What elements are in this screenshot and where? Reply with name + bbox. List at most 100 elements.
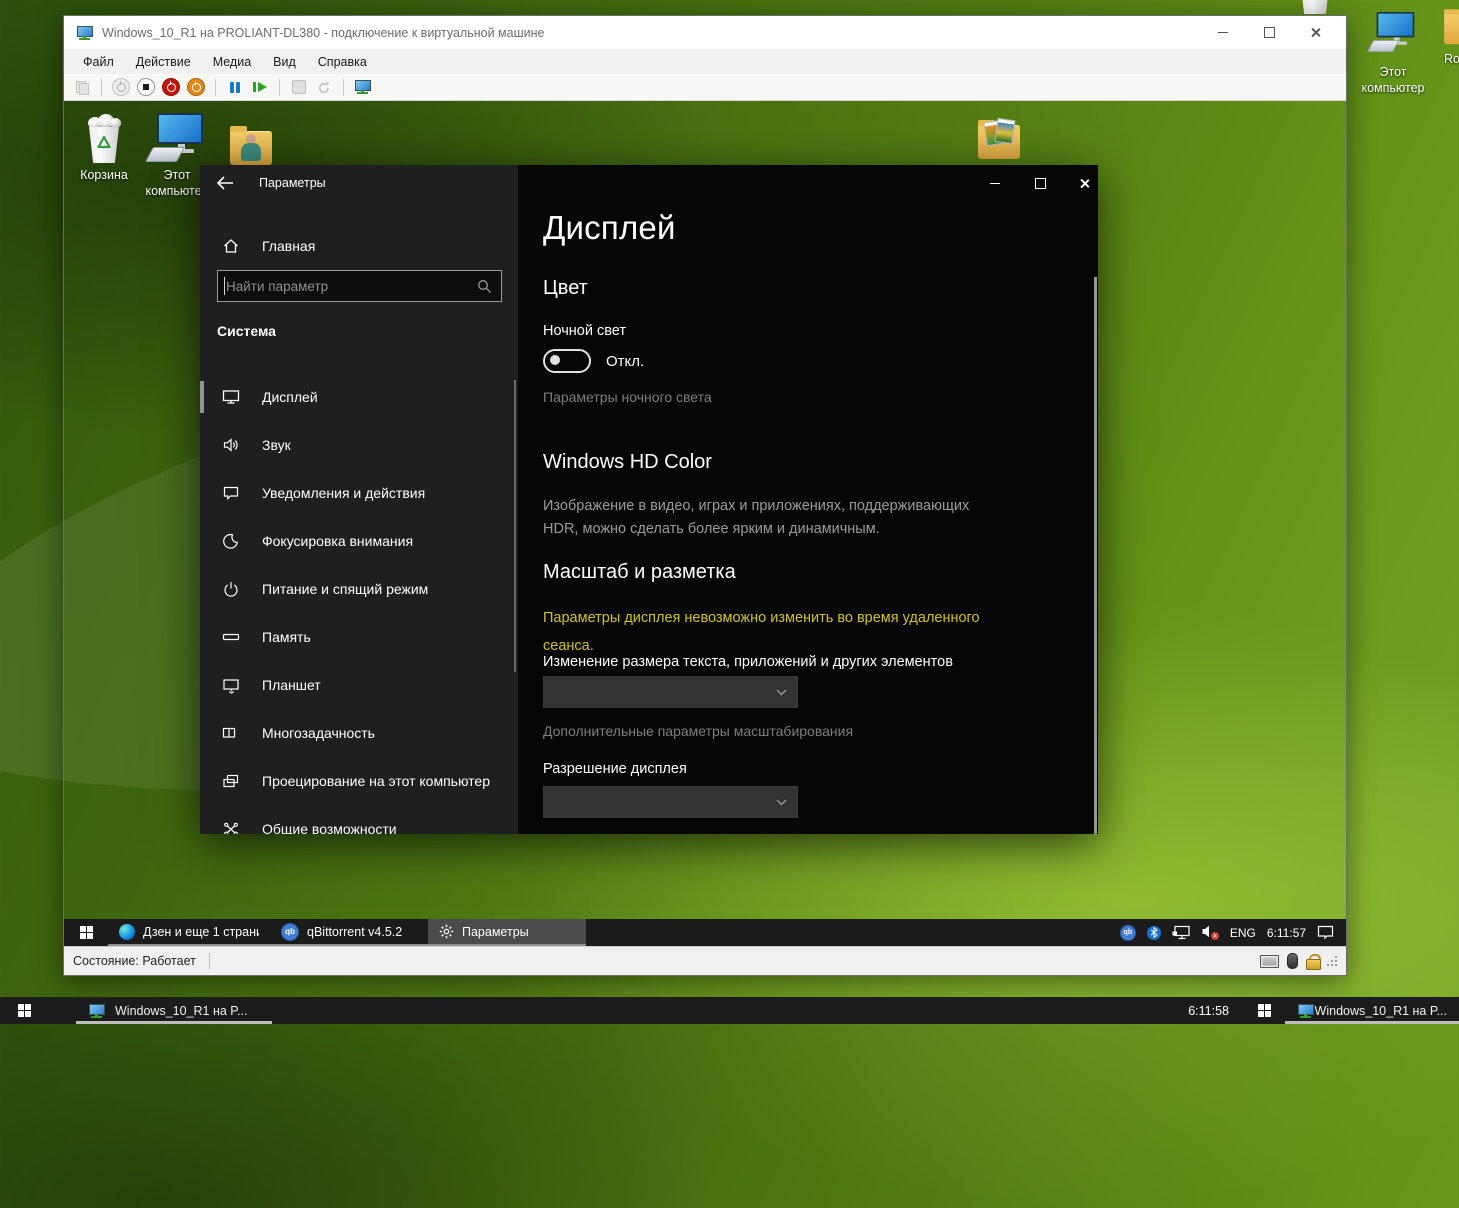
chevron-down-icon bbox=[776, 689, 787, 696]
remote-session-warning: Параметры дисплея невозможно изменить во… bbox=[543, 605, 981, 660]
settings-close-button[interactable] bbox=[1077, 176, 1092, 191]
resume-icon[interactable] bbox=[250, 77, 270, 97]
settings-window: Параметры Главная Система Дисплей bbox=[200, 165, 1098, 834]
menu-view[interactable]: Вид bbox=[262, 52, 307, 72]
recycle-glyph bbox=[95, 135, 113, 153]
night-light-label: Ночной свет bbox=[543, 323, 626, 339]
maximize-button[interactable] bbox=[1262, 26, 1276, 40]
scale-dropdown[interactable] bbox=[543, 676, 798, 708]
sidebar-item-sound[interactable]: Звук bbox=[200, 421, 518, 469]
save-state-icon[interactable] bbox=[186, 77, 206, 97]
taskbar-button-settings[interactable]: Параметры bbox=[428, 919, 586, 946]
sidebar-item-home[interactable]: Главная bbox=[200, 229, 518, 263]
settings-main-pane: Дисплей Цвет Ночной свет Откл. Параметры… bbox=[518, 165, 1098, 834]
sidebar-item-multitasking[interactable]: Многозадачность bbox=[200, 709, 518, 757]
toolbar-separator bbox=[215, 79, 216, 96]
revert-icon[interactable] bbox=[314, 77, 334, 97]
power-icon bbox=[222, 580, 240, 598]
text-caret bbox=[224, 277, 225, 295]
taskbar-button-edge[interactable]: Дзен и еще 1 страни... bbox=[108, 919, 270, 946]
sidebar-item-focus-assist[interactable]: Фокусировка внимания bbox=[200, 517, 518, 565]
search-input[interactable] bbox=[218, 279, 477, 294]
gear-icon bbox=[439, 924, 454, 939]
sidebar-item-tablet[interactable]: Планшет bbox=[200, 661, 518, 709]
sidebar-section-heading: Система bbox=[217, 323, 276, 339]
sidebar-item-shared-experiences[interactable]: Общие возможности bbox=[200, 805, 518, 834]
night-light-toggle[interactable] bbox=[543, 349, 591, 373]
host-start-button-2[interactable] bbox=[1243, 997, 1285, 1024]
turn-off-icon[interactable] bbox=[136, 77, 156, 97]
settings-search-box[interactable] bbox=[217, 270, 502, 302]
action-center-icon[interactable] bbox=[1317, 925, 1334, 940]
host-desktop-icon-folder[interactable]: Ror bbox=[1432, 12, 1459, 68]
vm-desktop-icon-recycle-bin[interactable]: Корзина bbox=[66, 109, 142, 183]
resolution-dropdown[interactable] bbox=[543, 786, 798, 818]
menu-action[interactable]: Действие bbox=[125, 52, 202, 72]
menu-file[interactable]: Файл bbox=[72, 52, 125, 72]
sidebar-item-storage[interactable]: Память bbox=[200, 613, 518, 661]
vm-system-tray: qb ✕ ENG 6:11:57 bbox=[1120, 919, 1346, 946]
window-title: Windows_10_R1 на PROLIANT-DL380 - подклю… bbox=[102, 26, 544, 40]
host-taskbar-button-vmconnect-2[interactable]: Windows_10_R1 на P... bbox=[1285, 997, 1459, 1024]
network-icon[interactable] bbox=[1172, 925, 1191, 941]
menu-media[interactable]: Медиа bbox=[202, 52, 262, 72]
menu-help[interactable]: Справка bbox=[307, 52, 378, 72]
vm-desktop-icon-photos-folder[interactable] bbox=[961, 105, 1037, 163]
toolbar-separator bbox=[343, 79, 344, 96]
windows-logo-icon bbox=[18, 1004, 31, 1017]
start-vm-icon[interactable] bbox=[111, 77, 131, 97]
checkpoint-icon[interactable] bbox=[289, 77, 309, 97]
page-title: Дисплей bbox=[543, 209, 676, 247]
bluetooth-icon[interactable] bbox=[1147, 926, 1161, 940]
back-arrow-icon[interactable] bbox=[215, 174, 235, 192]
toolbar bbox=[64, 74, 1346, 101]
pause-icon[interactable] bbox=[225, 77, 245, 97]
sidebar-item-projecting[interactable]: Проецирование на этот компьютер bbox=[200, 757, 518, 805]
sidebar-item-notifications[interactable]: Уведомления и действия bbox=[200, 469, 518, 517]
minimize-button[interactable] bbox=[1216, 26, 1230, 40]
vm-clock[interactable]: 6:11:57 bbox=[1267, 926, 1306, 940]
host-start-button[interactable] bbox=[0, 997, 48, 1024]
projecting-icon bbox=[222, 772, 240, 790]
sidebar-item-display[interactable]: Дисплей bbox=[200, 373, 518, 421]
close-button[interactable] bbox=[1308, 26, 1322, 40]
sidebar-scrollbar[interactable] bbox=[514, 380, 517, 672]
hdr-heading: Windows HD Color bbox=[543, 451, 712, 474]
settings-maximize-button[interactable] bbox=[1033, 176, 1048, 191]
vm-desktop-icon-user-folder[interactable] bbox=[213, 111, 289, 169]
resize-grip[interactable] bbox=[1327, 956, 1337, 966]
qbittorrent-tray-icon[interactable]: qb bbox=[1120, 925, 1136, 941]
content-scrollbar[interactable] bbox=[1094, 277, 1097, 834]
ctrl-alt-del-icon[interactable] bbox=[72, 77, 92, 97]
vm-desktop: Корзина Этот компьютер Параметры Главная bbox=[64, 101, 1346, 919]
display-icon bbox=[222, 388, 240, 406]
shut-down-icon[interactable] bbox=[161, 77, 181, 97]
keyboard-icon bbox=[1260, 955, 1279, 968]
vmconnect-window: Windows_10_R1 на PROLIANT-DL380 - подклю… bbox=[63, 15, 1347, 976]
icon-label: Корзина bbox=[66, 167, 142, 183]
color-heading: Цвет bbox=[543, 277, 588, 300]
language-indicator[interactable]: ENG bbox=[1230, 926, 1256, 940]
tablet-icon bbox=[222, 676, 240, 694]
host-clock[interactable]: 6:11:58 bbox=[1174, 997, 1243, 1024]
host-taskbar-button-vmconnect[interactable]: Windows_10_R1 на P... bbox=[76, 997, 272, 1024]
toolbar-separator bbox=[101, 79, 102, 96]
host-recycle-bin-icon[interactable] bbox=[1297, 0, 1333, 14]
moon-icon bbox=[222, 532, 240, 550]
mute-badge: ✕ bbox=[1211, 932, 1219, 940]
multitasking-icon bbox=[222, 724, 240, 742]
notifications-icon bbox=[222, 484, 240, 502]
sidebar-item-power-sleep[interactable]: Питание и спящий режим bbox=[200, 565, 518, 613]
vm-start-button[interactable] bbox=[64, 919, 108, 946]
vmconnect-titlebar[interactable]: Windows_10_R1 на PROLIANT-DL380 - подклю… bbox=[64, 16, 1346, 49]
taskbar-button-qbittorrent[interactable]: qb qBittorrent v4.5.2 bbox=[270, 919, 428, 946]
settings-window-title: Параметры bbox=[259, 176, 326, 190]
enhanced-session-icon[interactable] bbox=[353, 77, 373, 97]
windows-logo-icon bbox=[80, 926, 93, 939]
night-light-settings-link[interactable]: Параметры ночного света bbox=[543, 389, 712, 405]
volume-muted-icon[interactable]: ✕ bbox=[1202, 925, 1219, 940]
host-desktop-icon-this-pc[interactable]: Этот компьютер bbox=[1356, 12, 1430, 96]
windows-logo-icon bbox=[1258, 1004, 1271, 1017]
search-icon[interactable] bbox=[477, 279, 492, 294]
advanced-scaling-link[interactable]: Дополнительные параметры масштабирования bbox=[543, 723, 853, 739]
